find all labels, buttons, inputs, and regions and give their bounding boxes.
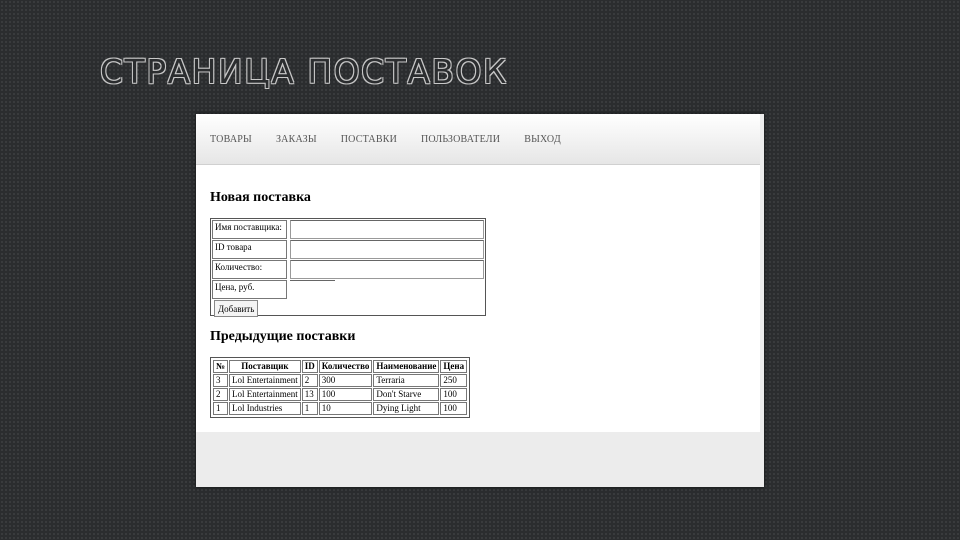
nav-item-products[interactable]: ТОВАРЫ bbox=[210, 134, 252, 145]
cell-price: 100 bbox=[440, 402, 468, 415]
cell-name: Don't Starve bbox=[373, 388, 440, 401]
cell-id: 1 bbox=[301, 402, 318, 415]
previous-supplies-table: № Поставщик ID Количество Наименование Ц… bbox=[212, 359, 468, 416]
screenshot-frame: ТОВАРЫ ЗАКАЗЫ ПОСТАВКИ ПОЛЬЗОВАТЕЛИ ВЫХО… bbox=[196, 114, 764, 487]
form-row-supplier: Имя поставщика: bbox=[212, 220, 484, 239]
quantity-input[interactable] bbox=[290, 260, 484, 279]
form-row-price: Цена, руб. bbox=[212, 280, 484, 299]
supplier-label: Имя поставщика: bbox=[212, 220, 287, 239]
previous-supplies-table-box: № Поставщик ID Количество Наименование Ц… bbox=[210, 357, 471, 418]
slide-title: СТРАНИЦА ПОСТАВОК bbox=[100, 52, 508, 91]
form-row-product-id: ID товара bbox=[212, 240, 484, 259]
new-supply-form: Имя поставщика: ID товара Количество: Це… bbox=[210, 218, 486, 319]
quantity-label: Количество: bbox=[212, 260, 287, 279]
price-label: Цена, руб. bbox=[212, 280, 287, 299]
previous-supplies-heading: Предыдущие поставки bbox=[210, 329, 356, 344]
new-supply-heading: Новая поставка bbox=[210, 190, 311, 205]
table-row: 1 Lol Industries 1 10 Dying Light 100 bbox=[213, 402, 468, 415]
supplier-input[interactable] bbox=[290, 220, 484, 239]
column-header-price: Цена bbox=[440, 360, 468, 373]
cell-quantity: 300 bbox=[318, 374, 373, 387]
cell-id: 13 bbox=[301, 388, 318, 401]
cell-id: 2 bbox=[301, 374, 318, 387]
cell-number: 2 bbox=[213, 388, 229, 401]
product-id-label: ID товара bbox=[212, 240, 287, 259]
table-header-row: № Поставщик ID Количество Наименование Ц… bbox=[213, 360, 468, 373]
nav-item-logout[interactable]: ВЫХОД bbox=[524, 134, 561, 145]
cell-price: 100 bbox=[440, 388, 468, 401]
column-header-number: № bbox=[213, 360, 229, 373]
product-id-input[interactable] bbox=[290, 240, 484, 259]
cell-supplier: Lol Entertainment bbox=[229, 388, 301, 401]
cell-price: 250 bbox=[440, 374, 468, 387]
table-row: 2 Lol Entertainment 13 100 Don't Starve … bbox=[213, 388, 468, 401]
column-header-id: ID bbox=[301, 360, 318, 373]
price-input[interactable] bbox=[290, 280, 335, 299]
column-header-supplier: Поставщик bbox=[229, 360, 301, 373]
table-row: 3 Lol Entertainment 2 300 Terraria 250 bbox=[213, 374, 468, 387]
cell-name: Dying Light bbox=[373, 402, 440, 415]
top-navbar: ТОВАРЫ ЗАКАЗЫ ПОСТАВКИ ПОЛЬЗОВАТЕЛИ ВЫХО… bbox=[196, 114, 760, 165]
cell-supplier: Lol Entertainment bbox=[229, 374, 301, 387]
column-header-quantity: Количество bbox=[318, 360, 373, 373]
nav-item-orders[interactable]: ЗАКАЗЫ bbox=[276, 134, 317, 145]
add-supply-button[interactable]: Добавить bbox=[214, 300, 259, 317]
web-page: ТОВАРЫ ЗАКАЗЫ ПОСТАВКИ ПОЛЬЗОВАТЕЛИ ВЫХО… bbox=[196, 114, 760, 432]
cell-quantity: 10 bbox=[318, 402, 373, 415]
cell-number: 1 bbox=[213, 402, 229, 415]
form-row-quantity: Количество: bbox=[212, 260, 484, 279]
cell-quantity: 100 bbox=[318, 388, 373, 401]
column-header-name: Наименование bbox=[373, 360, 440, 373]
cell-supplier: Lol Industries bbox=[229, 402, 301, 415]
nav-item-supplies[interactable]: ПОСТАВКИ bbox=[341, 134, 397, 145]
nav-item-users[interactable]: ПОЛЬЗОВАТЕЛИ bbox=[421, 134, 500, 145]
form-row-submit: Добавить bbox=[212, 300, 484, 319]
cell-name: Terraria bbox=[373, 374, 440, 387]
cell-number: 3 bbox=[213, 374, 229, 387]
